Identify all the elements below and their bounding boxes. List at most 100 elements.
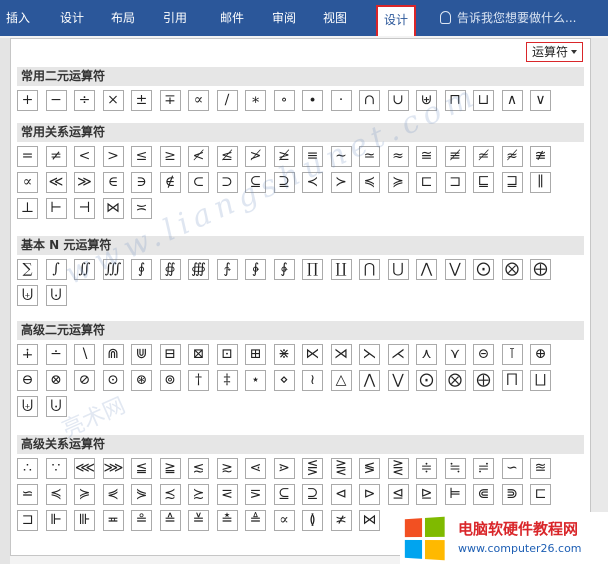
symbol-button[interactable]: ⊩	[45, 510, 67, 531]
tab-1[interactable]: 插入	[0, 0, 36, 36]
symbol-button[interactable]: ⊕	[530, 344, 551, 365]
symbol-button[interactable]: ⊇	[302, 484, 323, 505]
symbol-button[interactable]: ⨃	[45, 396, 67, 417]
symbol-button[interactable]: −	[45, 90, 67, 111]
symbol-button[interactable]: ∝	[17, 172, 38, 193]
symbol-button[interactable]: ≅	[416, 146, 437, 167]
symbol-button[interactable]: ∫	[45, 259, 67, 280]
symbol-button[interactable]: ≜	[245, 510, 266, 531]
symbol-button[interactable]: ⊆	[245, 172, 266, 193]
symbol-button[interactable]: ∗	[245, 90, 266, 111]
symbol-button[interactable]: ≖	[102, 510, 124, 531]
symbol-button[interactable]: =	[17, 146, 38, 167]
symbol-button[interactable]: ∖	[74, 344, 95, 365]
symbol-button[interactable]: ≬	[302, 510, 323, 531]
symbol-button[interactable]: ⊲	[330, 484, 352, 505]
symbol-button[interactable]: ⋀	[416, 259, 437, 280]
symbol-button[interactable]: ≥	[159, 146, 181, 167]
symbol-button[interactable]: ≄	[473, 146, 494, 167]
symbol-button[interactable]: ≪	[45, 172, 67, 193]
symbol-button[interactable]: ≉	[501, 146, 523, 167]
symbol-button[interactable]: ⊑	[473, 172, 494, 193]
symbol-button[interactable]: ⋚	[302, 458, 323, 479]
symbol-button[interactable]: ⊥	[17, 198, 38, 219]
symbol-button[interactable]: ⋖	[245, 458, 266, 479]
symbol-button[interactable]: ⋄	[273, 370, 295, 391]
symbol-button[interactable]: ≍	[131, 198, 152, 219]
symbol-button[interactable]: ≽	[387, 172, 409, 193]
symbol-button[interactable]: ⊐	[444, 172, 466, 193]
symbol-button[interactable]: ⨄	[17, 396, 38, 417]
symbol-button[interactable]: ⋘	[74, 458, 95, 479]
symbol-button[interactable]: ⊙	[102, 370, 124, 391]
symbol-button[interactable]: ≧	[159, 458, 181, 479]
symbol-button[interactable]: ≇	[530, 146, 551, 167]
symbol-button[interactable]: ⊘	[74, 370, 95, 391]
tell-me-search[interactable]: 告诉我您想要做什么...	[440, 0, 576, 36]
symbol-button[interactable]: ⊚	[159, 370, 181, 391]
symbol-button[interactable]: ∙	[302, 90, 323, 111]
symbol-button[interactable]: ⨆	[530, 370, 551, 391]
symbol-button[interactable]: ÷	[74, 90, 95, 111]
symbol-button[interactable]: ∮	[131, 259, 152, 280]
symbol-button[interactable]: ∓	[159, 90, 181, 111]
symbol-button[interactable]: ⊝	[473, 344, 494, 365]
symbol-button[interactable]: ⊖	[17, 370, 38, 391]
symbol-button[interactable]: ⊇	[273, 172, 295, 193]
symbol-button[interactable]: ⋏	[416, 344, 437, 365]
symbol-button[interactable]: ±	[131, 90, 152, 111]
symbol-button[interactable]: ≡	[302, 146, 323, 167]
symbol-button[interactable]: ∈	[102, 172, 124, 193]
symbol-button[interactable]: ⋜	[216, 484, 238, 505]
symbol-button[interactable]: ⊛	[131, 370, 152, 391]
symbol-button[interactable]: ⊐	[17, 510, 38, 531]
symbol-button[interactable]: ∰	[188, 259, 209, 280]
symbol-button[interactable]: ⊔	[473, 90, 494, 111]
symbol-button[interactable]: ⨀	[416, 370, 437, 391]
symbol-button[interactable]: ≮	[188, 146, 209, 167]
symbol-button[interactable]: ⋅	[330, 90, 352, 111]
symbol-button[interactable]: ⊏	[416, 172, 437, 193]
symbol-button[interactable]: ∐	[330, 259, 352, 280]
symbol-button[interactable]: ∏	[302, 259, 323, 280]
symbol-button[interactable]: ≽	[74, 484, 95, 505]
symbol-button[interactable]: ⋟	[131, 484, 152, 505]
symbol-button[interactable]: ⨂	[444, 370, 466, 391]
symbol-button[interactable]: ≤	[131, 146, 152, 167]
symbol-button[interactable]: ≛	[216, 510, 238, 531]
symbol-button[interactable]: ⋃	[387, 259, 409, 280]
symbol-button[interactable]: ∔	[17, 344, 38, 365]
symbol-button[interactable]: ⊆	[273, 484, 295, 505]
tab-5[interactable]: 邮件	[210, 0, 254, 36]
symbol-button[interactable]: ⋍	[17, 484, 38, 505]
symbol-button[interactable]: ⊺	[501, 344, 523, 365]
symbol-button[interactable]: ∳	[273, 259, 295, 280]
symbol-button[interactable]: ≊	[530, 458, 551, 479]
symbol-button[interactable]: ⨃	[45, 285, 67, 306]
symbol-button[interactable]: ⊪	[74, 510, 95, 531]
symbol-button[interactable]: ∕	[216, 90, 238, 111]
tab-4[interactable]: 引用	[153, 0, 197, 36]
symbol-button[interactable]: ⊏	[530, 484, 551, 505]
symbol-button[interactable]: ⋒	[102, 344, 124, 365]
symbol-button[interactable]: ≺	[302, 172, 323, 193]
symbol-button[interactable]: ≯	[245, 146, 266, 167]
symbol-button[interactable]: △	[330, 370, 352, 391]
symbol-button[interactable]: ∋	[131, 172, 152, 193]
symbol-button[interactable]: ⊣	[74, 198, 95, 219]
symbol-button[interactable]: ∝	[273, 510, 295, 531]
symbol-button[interactable]: ⨂	[501, 259, 523, 280]
symbol-button[interactable]: ⊞	[245, 344, 266, 365]
symbol-button[interactable]: ≠	[45, 146, 67, 167]
symbol-button[interactable]: ⊎	[416, 90, 437, 111]
symbol-button[interactable]: ⋋	[359, 344, 380, 365]
symbol-button[interactable]: <	[74, 146, 95, 167]
symbol-button[interactable]: ≰	[216, 146, 238, 167]
symbol-button[interactable]: ⋁	[387, 370, 409, 391]
symbol-button[interactable]: ⊓	[444, 90, 466, 111]
symbol-button[interactable]: ⋙	[102, 458, 124, 479]
tab-8[interactable]: 设计	[376, 5, 416, 36]
symbol-button[interactable]: ≗	[131, 510, 152, 531]
tab-6[interactable]: 审阅	[262, 0, 306, 36]
symbol-button[interactable]: †	[188, 370, 209, 391]
